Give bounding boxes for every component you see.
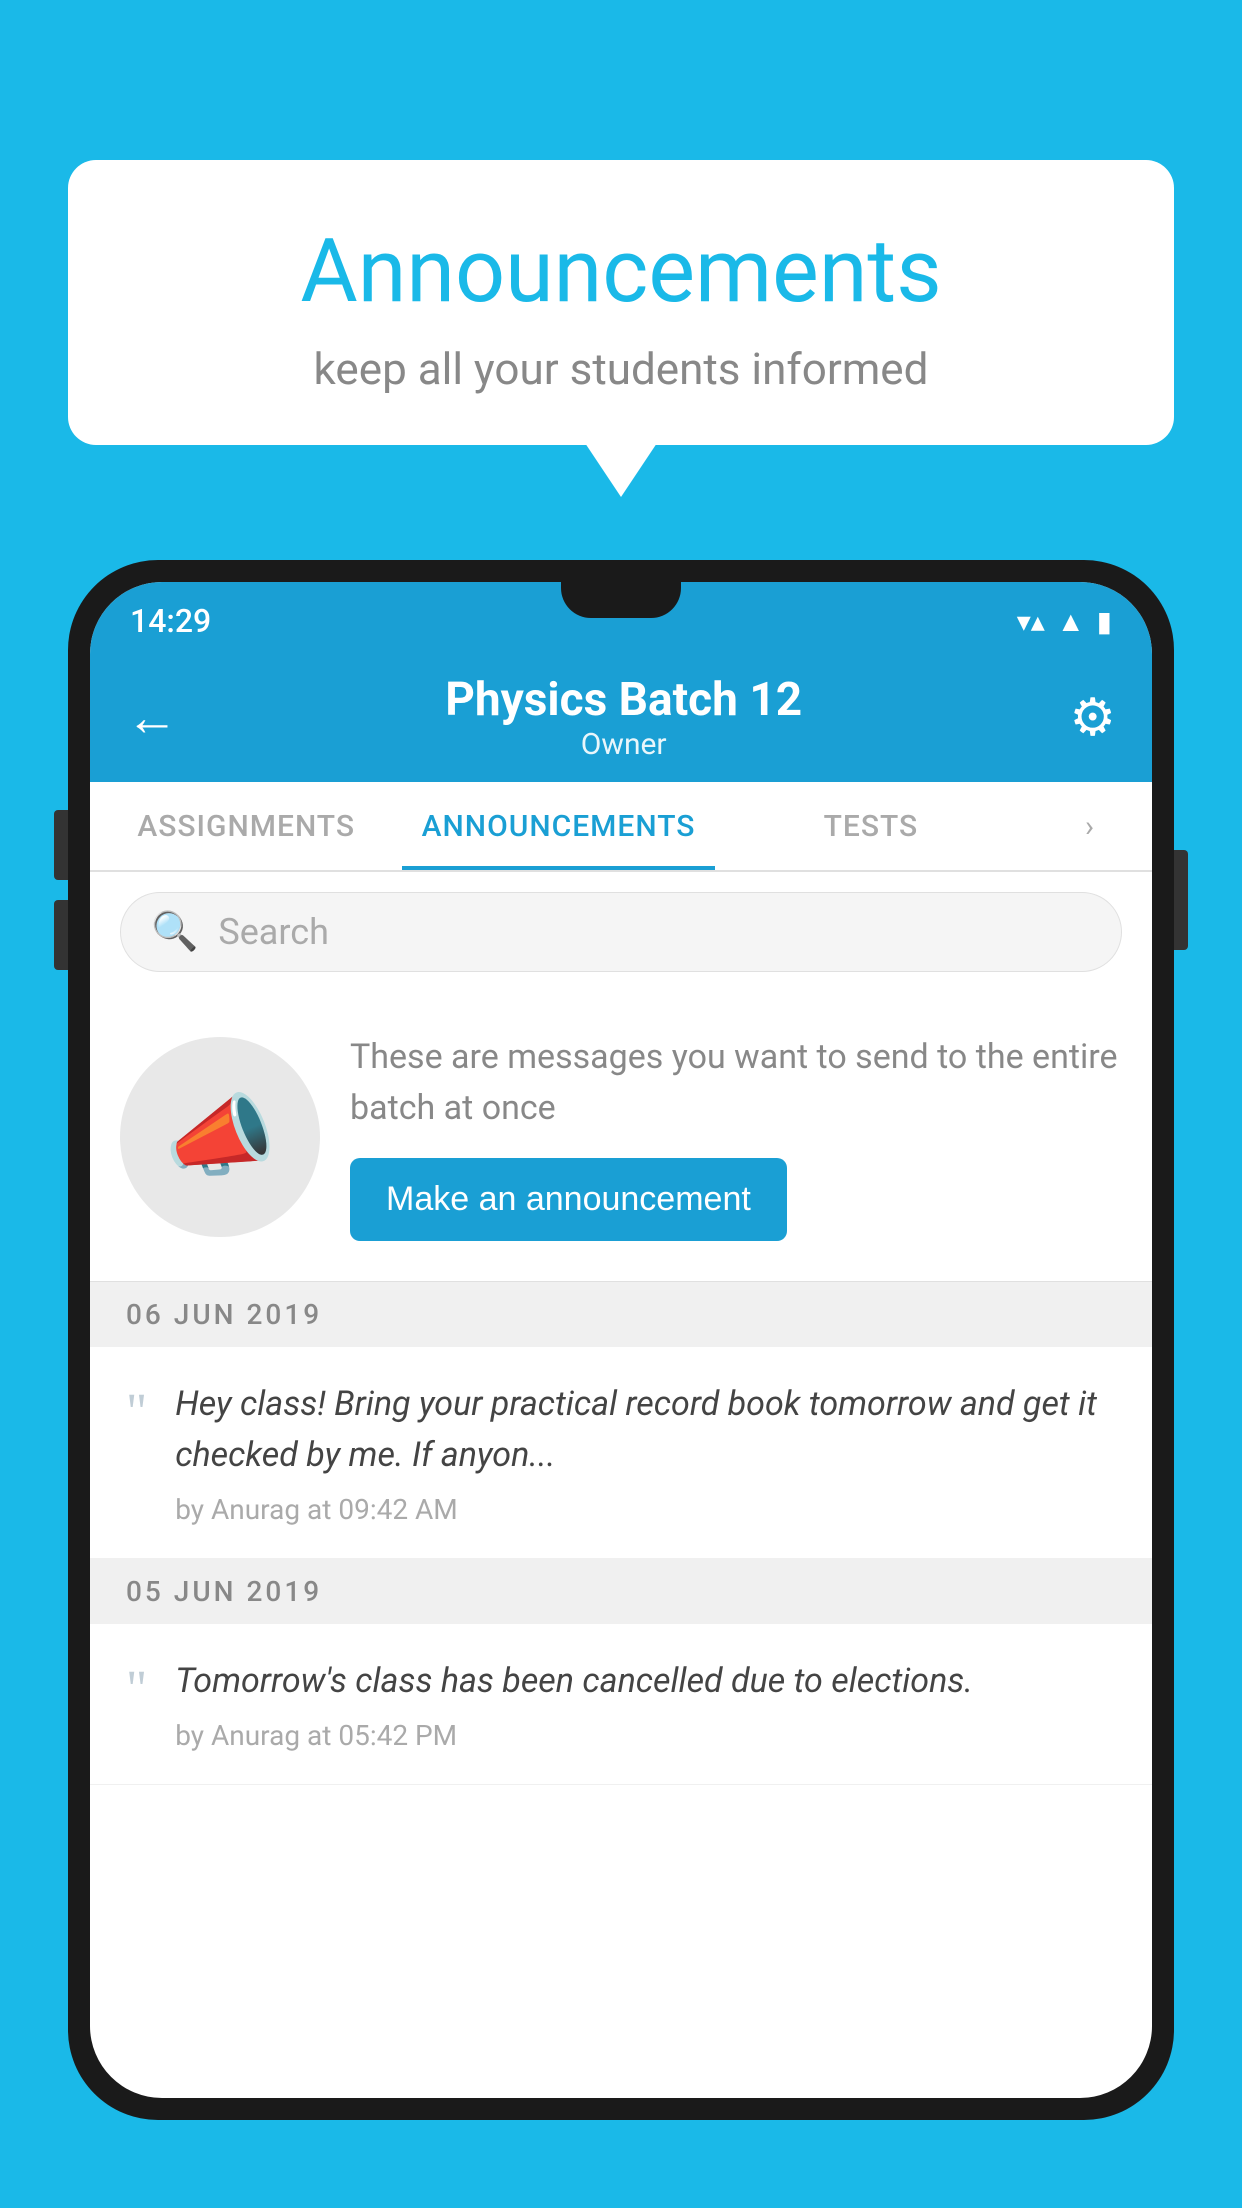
phone-notch	[561, 582, 681, 618]
promo-description: These are messages you want to send to t…	[350, 1032, 1122, 1134]
back-button[interactable]: ←	[126, 687, 178, 748]
header-title: Physics Batch 12	[445, 673, 802, 727]
header-subtitle: Owner	[445, 727, 802, 762]
phone-mockup: 14:29 ▾▴ ▲ ▮ ← Physics Batch 12 Owner ⚙	[68, 560, 1174, 2208]
battery-icon: ▮	[1097, 605, 1112, 638]
announcement-item-2[interactable]: " Tomorrow's class has been cancelled du…	[90, 1624, 1152, 1785]
search-bar[interactable]: 🔍 Search	[120, 892, 1122, 972]
announcement-meta-2: by Anurag at 05:42 PM	[175, 1719, 1116, 1752]
quote-icon-2: "	[126, 1664, 147, 1716]
speech-bubble-container: Announcements keep all your students inf…	[68, 160, 1174, 445]
announcement-item-1[interactable]: " Hey class! Bring your practical record…	[90, 1347, 1152, 1559]
announcement-content-2: Tomorrow's class has been cancelled due …	[175, 1656, 1116, 1752]
status-icons: ▾▴ ▲ ▮	[1017, 605, 1112, 638]
status-time: 14:29	[130, 602, 211, 640]
wifi-icon: ▾▴	[1017, 605, 1045, 638]
signal-icon: ▲	[1057, 605, 1085, 638]
volume-down-button	[54, 900, 68, 970]
volume-up-button	[54, 810, 68, 880]
make-announcement-button[interactable]: Make an announcement	[350, 1158, 787, 1241]
speech-bubble: Announcements keep all your students inf…	[68, 160, 1174, 445]
header-center: Physics Batch 12 Owner	[445, 673, 802, 762]
search-placeholder: Search	[218, 911, 329, 953]
announcement-text-2: Tomorrow's class has been cancelled due …	[175, 1656, 1116, 1707]
announcement-content-1: Hey class! Bring your practical record b…	[175, 1379, 1116, 1526]
tab-announcements[interactable]: ANNOUNCEMENTS	[402, 782, 714, 870]
bubble-subtitle: keep all your students informed	[108, 343, 1134, 395]
date-divider-2: 05 JUN 2019	[90, 1559, 1152, 1624]
app-header: ← Physics Batch 12 Owner ⚙	[90, 652, 1152, 782]
promo-content: These are messages you want to send to t…	[350, 1032, 1122, 1241]
search-icon: 🔍	[151, 910, 198, 954]
phone-screen: 14:29 ▾▴ ▲ ▮ ← Physics Batch 12 Owner ⚙	[90, 582, 1152, 2098]
settings-icon[interactable]: ⚙	[1069, 687, 1116, 748]
date-divider-1: 06 JUN 2019	[90, 1282, 1152, 1347]
phone-outer: 14:29 ▾▴ ▲ ▮ ← Physics Batch 12 Owner ⚙	[68, 560, 1174, 2120]
tab-tests[interactable]: TESTS	[715, 782, 1027, 870]
tab-more[interactable]: ›	[1027, 782, 1152, 870]
power-button	[1174, 850, 1188, 950]
promo-icon-circle: 📣	[120, 1037, 320, 1237]
bubble-title: Announcements	[108, 220, 1134, 323]
search-container: 🔍 Search	[90, 872, 1152, 992]
tab-bar: ASSIGNMENTS ANNOUNCEMENTS TESTS ›	[90, 782, 1152, 872]
announcement-meta-1: by Anurag at 09:42 AM	[175, 1493, 1116, 1526]
announcement-text-1: Hey class! Bring your practical record b…	[175, 1379, 1116, 1481]
announcement-icon: 📣	[164, 1084, 276, 1189]
quote-icon-1: "	[126, 1387, 147, 1439]
promo-section: 📣 These are messages you want to send to…	[90, 992, 1152, 1282]
tab-assignments[interactable]: ASSIGNMENTS	[90, 782, 402, 870]
